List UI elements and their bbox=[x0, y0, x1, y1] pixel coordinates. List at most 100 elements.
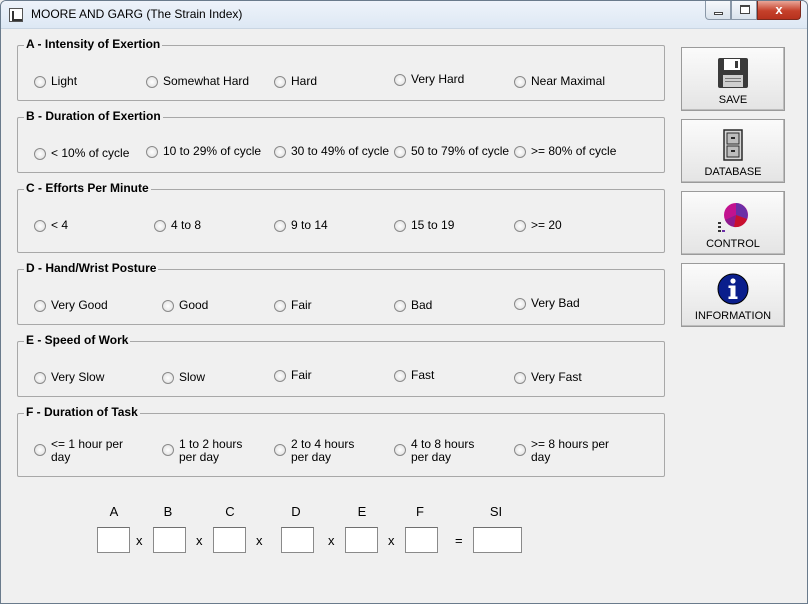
radio-button[interactable] bbox=[162, 444, 174, 456]
calc-label-a: A bbox=[109, 504, 119, 519]
multiply-sign: x bbox=[328, 533, 335, 548]
option-15-to-19[interactable]: 15 to 19 bbox=[394, 219, 454, 232]
window-title: MOORE AND GARG (The Strain Index) bbox=[31, 7, 243, 21]
database-label: DATABASE bbox=[704, 166, 762, 178]
radio-button[interactable] bbox=[146, 146, 158, 158]
group-title: C - Efforts Per Minute bbox=[24, 181, 151, 195]
strain-index-result-field[interactable] bbox=[473, 527, 522, 553]
radio-button[interactable] bbox=[394, 370, 406, 382]
save-button[interactable]: SAVE bbox=[681, 47, 785, 111]
floppy-disk-icon bbox=[718, 58, 748, 88]
radio-button[interactable] bbox=[394, 444, 406, 456]
radio-button[interactable] bbox=[394, 146, 406, 158]
option-fast[interactable]: Fast bbox=[394, 369, 434, 382]
window-controls: x bbox=[705, 1, 801, 21]
radio-button[interactable] bbox=[34, 444, 46, 456]
option-hard[interactable]: Hard bbox=[274, 75, 317, 88]
value-field-a[interactable] bbox=[97, 527, 130, 553]
radio-button[interactable] bbox=[34, 300, 46, 312]
option-10-to-29-percent[interactable]: 10 to 29% of cycle bbox=[146, 145, 261, 158]
radio-button[interactable] bbox=[162, 372, 174, 384]
control-button[interactable]: CONTROL bbox=[681, 191, 785, 255]
calc-label-b: B bbox=[163, 504, 173, 519]
radio-button[interactable] bbox=[146, 76, 158, 88]
radio-button[interactable] bbox=[514, 146, 526, 158]
radio-button[interactable] bbox=[274, 300, 286, 312]
multiply-sign: x bbox=[196, 533, 203, 548]
option-very-hard[interactable]: Very Hard bbox=[394, 73, 464, 86]
maximize-icon bbox=[740, 5, 750, 14]
option-under-4[interactable]: < 4 bbox=[34, 219, 68, 232]
radio-button[interactable] bbox=[274, 220, 286, 232]
info-icon bbox=[717, 273, 749, 305]
multiply-sign: x bbox=[388, 533, 395, 548]
group-duration-of-exertion: B - Duration of Exertion < 10% of cycle … bbox=[17, 109, 665, 173]
option-4-to-8-hours[interactable]: 4 to 8 hours per day bbox=[394, 438, 494, 464]
maximize-button[interactable] bbox=[731, 1, 757, 20]
control-label: CONTROL bbox=[706, 238, 760, 250]
information-button[interactable]: INFORMATION bbox=[681, 263, 785, 327]
radio-button[interactable] bbox=[274, 146, 286, 158]
radio-button[interactable] bbox=[274, 370, 286, 382]
radio-button[interactable] bbox=[394, 300, 406, 312]
option-4-to-8[interactable]: 4 to 8 bbox=[154, 219, 201, 232]
radio-button[interactable] bbox=[514, 444, 526, 456]
option-bad[interactable]: Bad bbox=[394, 299, 432, 312]
radio-button[interactable] bbox=[514, 76, 526, 88]
radio-button[interactable] bbox=[394, 220, 406, 232]
option-somewhat-hard[interactable]: Somewhat Hard bbox=[146, 75, 249, 88]
group-title: B - Duration of Exertion bbox=[24, 109, 163, 123]
group-title: A - Intensity of Exertion bbox=[24, 37, 163, 51]
option-slow[interactable]: Slow bbox=[162, 371, 205, 384]
value-field-c[interactable] bbox=[213, 527, 246, 553]
app-icon[interactable] bbox=[9, 8, 23, 22]
calc-label-f: F bbox=[416, 504, 424, 519]
option-20-or-more[interactable]: >= 20 bbox=[514, 219, 562, 232]
radio-button[interactable] bbox=[162, 300, 174, 312]
radio-button[interactable] bbox=[274, 444, 286, 456]
title-bar[interactable]: MOORE AND GARG (The Strain Index) x bbox=[1, 1, 807, 29]
radio-button[interactable] bbox=[34, 220, 46, 232]
option-1-to-2-hours[interactable]: 1 to 2 hours per day bbox=[162, 438, 262, 464]
value-field-b[interactable] bbox=[153, 527, 186, 553]
group-speed-of-work: E - Speed of Work Very Slow Slow Fair Fa… bbox=[17, 333, 665, 397]
option-2-to-4-hours[interactable]: 2 to 4 hours per day bbox=[274, 438, 374, 464]
radio-button[interactable] bbox=[34, 76, 46, 88]
option-very-good[interactable]: Very Good bbox=[34, 299, 108, 312]
option-good[interactable]: Good bbox=[162, 299, 208, 312]
radio-button[interactable] bbox=[34, 148, 46, 160]
option-fair-speed[interactable]: Fair bbox=[274, 369, 312, 382]
radio-button[interactable] bbox=[34, 372, 46, 384]
radio-button[interactable] bbox=[394, 74, 406, 86]
database-button[interactable]: DATABASE bbox=[681, 119, 785, 183]
radio-button[interactable] bbox=[274, 76, 286, 88]
option-1-hour-or-less[interactable]: <= 1 hour per day bbox=[34, 438, 134, 464]
value-field-f[interactable] bbox=[405, 527, 438, 553]
option-near-maximal[interactable]: Near Maximal bbox=[514, 75, 605, 88]
group-title: F - Duration of Task bbox=[24, 405, 140, 419]
calc-label-e: E bbox=[357, 504, 367, 519]
radio-button[interactable] bbox=[514, 298, 526, 310]
option-very-bad[interactable]: Very Bad bbox=[514, 297, 580, 310]
radio-button[interactable] bbox=[514, 372, 526, 384]
file-cabinet-icon bbox=[723, 129, 743, 161]
group-intensity-of-exertion: A - Intensity of Exertion Light Somewhat… bbox=[17, 37, 665, 101]
radio-button[interactable] bbox=[154, 220, 166, 232]
option-under-10-percent[interactable]: < 10% of cycle bbox=[34, 147, 129, 160]
close-icon: x bbox=[775, 2, 783, 17]
option-fair[interactable]: Fair bbox=[274, 299, 312, 312]
minimize-button[interactable] bbox=[705, 1, 731, 20]
option-very-slow[interactable]: Very Slow bbox=[34, 371, 104, 384]
value-field-d[interactable] bbox=[281, 527, 314, 553]
option-30-to-49-percent[interactable]: 30 to 49% of cycle bbox=[274, 145, 389, 158]
option-light[interactable]: Light bbox=[34, 75, 77, 88]
option-8-hours-or-more[interactable]: >= 8 hours per day bbox=[514, 438, 614, 464]
option-very-fast[interactable]: Very Fast bbox=[514, 371, 582, 384]
value-field-e[interactable] bbox=[345, 527, 378, 553]
option-80-percent-or-more[interactable]: >= 80% of cycle bbox=[514, 145, 616, 158]
close-button[interactable]: x bbox=[757, 1, 801, 20]
group-title: E - Speed of Work bbox=[24, 333, 131, 347]
option-50-to-79-percent[interactable]: 50 to 79% of cycle bbox=[394, 145, 509, 158]
radio-button[interactable] bbox=[514, 220, 526, 232]
option-9-to-14[interactable]: 9 to 14 bbox=[274, 219, 328, 232]
